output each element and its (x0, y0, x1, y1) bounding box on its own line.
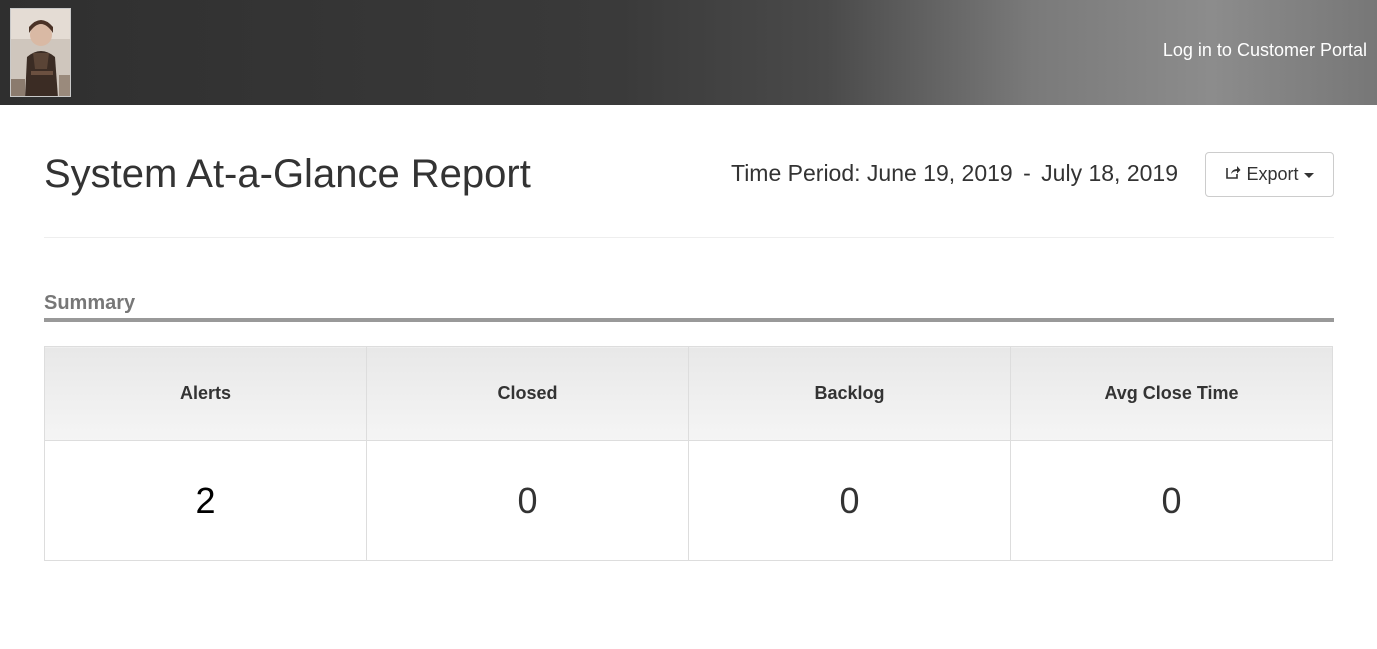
summary-table: Alerts Closed Backlog Avg Close Time 2 0… (44, 346, 1333, 561)
backlog-value: 0 (688, 440, 1011, 561)
summary-section-title: Summary (44, 292, 136, 314)
page-title: System At-a-Glance Report (44, 152, 531, 196)
chevron-down-icon (1303, 173, 1314, 178)
avg-close-time-value: 0 (1010, 440, 1333, 561)
summary-section-rule (44, 318, 1334, 322)
avatar-image (11, 9, 70, 96)
export-label: Export (1246, 164, 1299, 184)
top-navbar: Log in to Customer Portal (0, 0, 1377, 105)
time-period-label: Time Period: (731, 160, 861, 186)
column-header-closed: Closed (366, 346, 689, 441)
header-divider (44, 237, 1334, 238)
time-period: Time Period: June 19, 2019 - July 18, 20… (731, 160, 1178, 187)
user-avatar[interactable] (10, 8, 71, 97)
summary-header-row: Alerts Closed Backlog Avg Close Time (44, 346, 1333, 441)
customer-portal-login-link[interactable]: Log in to Customer Portal (1163, 40, 1367, 61)
time-period-end: July 18, 2019 (1041, 160, 1178, 186)
column-header-backlog: Backlog (688, 346, 1011, 441)
time-period-start: June 19, 2019 (866, 160, 1013, 186)
share-square-icon (1225, 164, 1241, 185)
summary-value-row: 2 0 0 0 (44, 440, 1333, 561)
alerts-value: 2 (44, 440, 367, 561)
column-header-avg-close-time: Avg Close Time (1010, 346, 1333, 441)
time-period-separator: - (1023, 160, 1031, 186)
column-header-alerts: Alerts (44, 346, 367, 441)
export-button[interactable]: Export (1205, 152, 1334, 197)
closed-value: 0 (366, 440, 689, 561)
